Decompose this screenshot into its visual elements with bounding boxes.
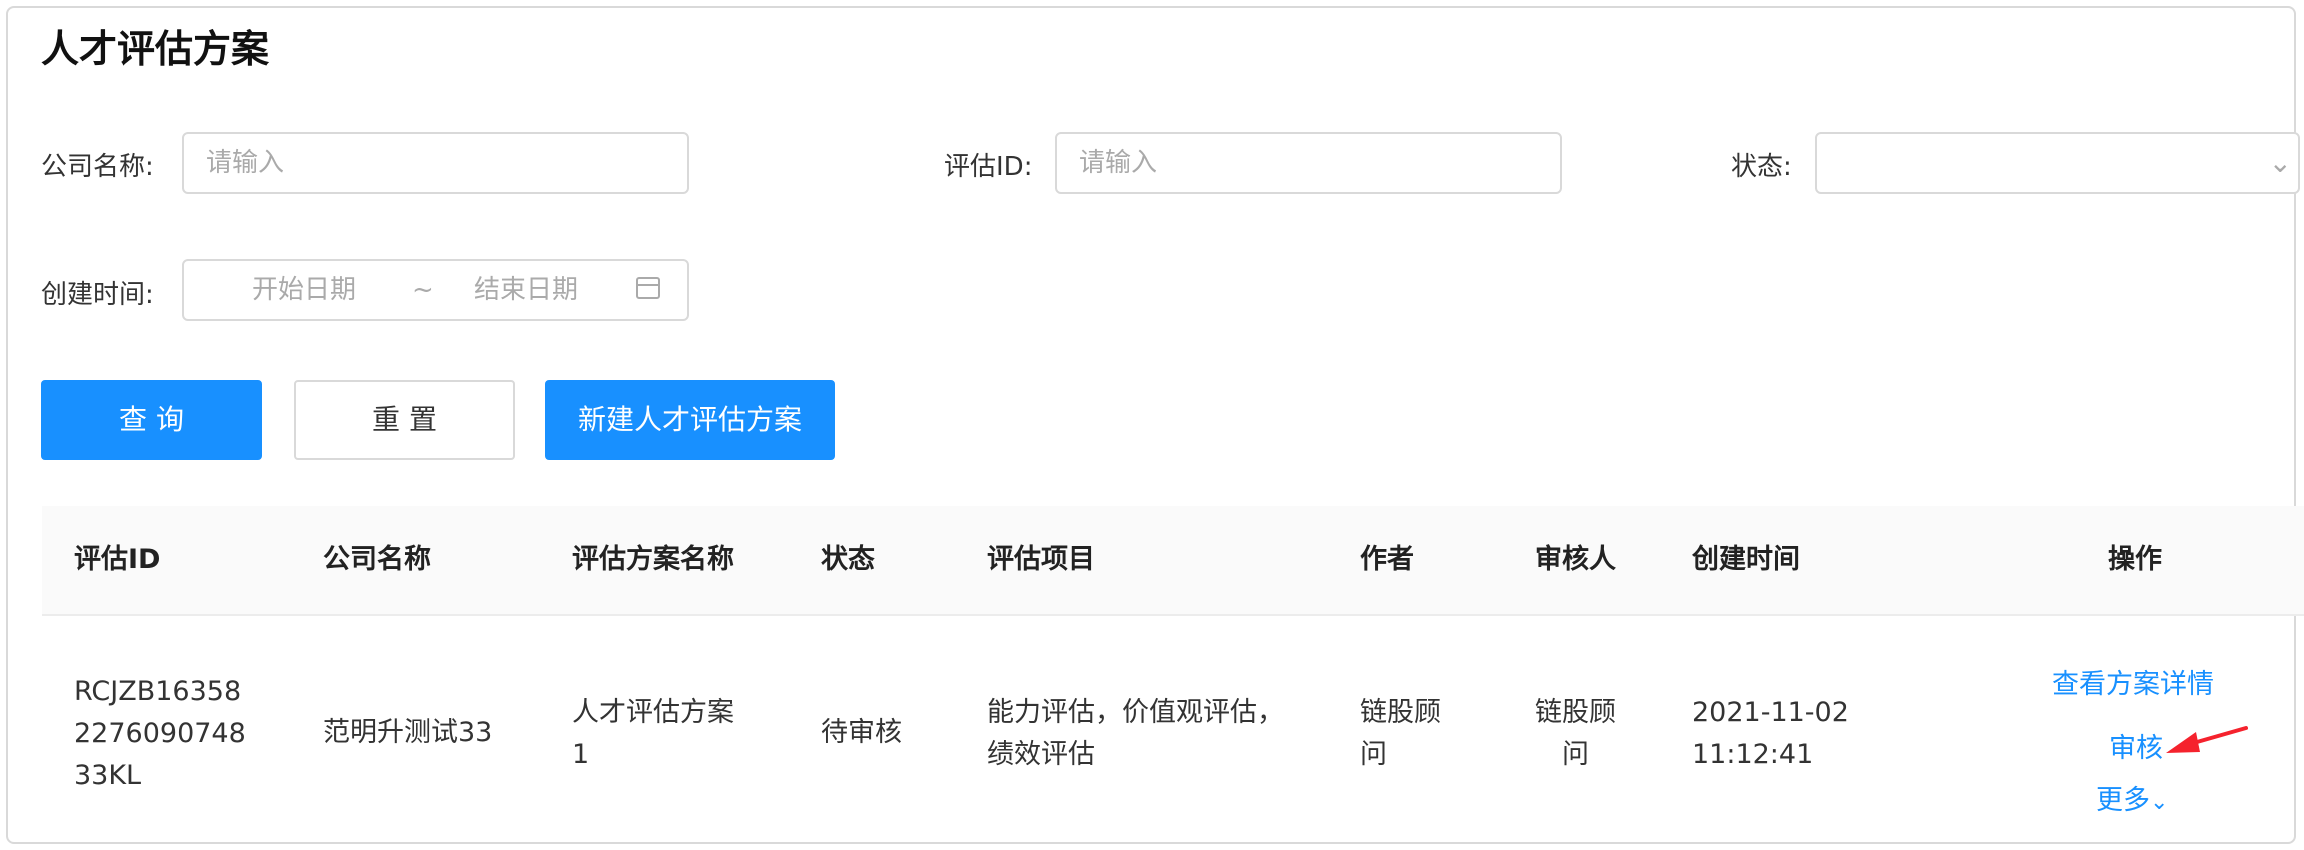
eval-items-line: 绩效评估 [987,739,1095,770]
more-label: 更多 [2096,785,2150,816]
th-author: 作者 [1360,544,1414,575]
author-line: 问 [1360,739,1387,770]
plan-name-line: 1 [572,739,590,770]
more-actions-dropdown[interactable]: 更多⌄ [2096,778,2168,817]
eval-id-placeholder: 请输入 [1079,148,1158,178]
th-company: 公司名称 [323,544,431,575]
reset-button[interactable]: 重 置 [294,380,515,460]
created-clock: 11:12:41 [1692,739,1814,770]
table-header: 评估ID 公司名称 评估方案名称 状态 评估项目 作者 审核人 创建时间 操作 [42,506,2304,616]
th-eval-id: 评估ID [74,544,161,575]
query-button[interactable]: 查 询 [41,380,262,460]
page-title: 人才评估方案 [41,27,270,71]
cell-reviewer: 链股顾 问 [1535,692,1616,776]
date-range-separator: ~ [412,275,434,305]
date-range-picker[interactable]: 开始日期 ~ 结束日期 [182,259,689,321]
cell-author: 链股顾 问 [1360,692,1441,776]
eval-id-line: RCJZB16358 [74,676,242,707]
reviewer-line: 问 [1562,739,1589,770]
review-link[interactable]: 审核 [2109,726,2163,765]
eval-id-line: 2276090748 [74,718,246,749]
eval-id-label: 评估ID: [944,152,1033,182]
eval-id-input[interactable]: 请输入 [1055,132,1562,194]
th-plan-name: 评估方案名称 [572,544,734,575]
cell-eval-items: 能力评估，价值观评估， 绩效评估 [987,692,1284,776]
th-reviewer: 审核人 [1535,544,1616,575]
chevron-down-icon: ⌄ [2150,790,2169,815]
th-eval-items: 评估项目 [987,544,1095,575]
created-time-label: 创建时间: [41,280,154,310]
calendar-icon [636,277,660,299]
view-plan-details-link[interactable]: 查看方案详情 [2052,662,2214,701]
author-line: 链股顾 [1360,697,1441,728]
annotation-arrow [2166,726,2248,753]
reviewer-line: 链股顾 [1535,697,1616,728]
company-placeholder: 请输入 [206,148,285,178]
status-label: 状态: [1731,152,1792,182]
cell-eval-id: RCJZB16358 2276090748 33KL [74,671,246,797]
cell-company: 范明升测试33 [323,717,493,748]
chevron-down-icon: ⌄ [2268,146,2292,179]
cell-created-time: 2021-11-02 11:12:41 [1692,692,1849,776]
end-date-placeholder: 结束日期 [474,275,579,305]
th-status: 状态 [821,544,875,575]
company-input[interactable]: 请输入 [182,132,689,194]
th-created-time: 创建时间 [1692,544,1800,575]
status-select[interactable]: ⌄ [1815,132,2300,194]
eval-id-line: 33KL [74,760,142,791]
th-actions: 操作 [2108,544,2162,575]
create-plan-button[interactable]: 新建人才评估方案 [545,380,835,460]
created-date: 2021-11-02 [1692,697,1849,728]
cell-plan-name: 人才评估方案 1 [572,692,734,776]
company-label: 公司名称: [41,152,154,182]
start-date-placeholder: 开始日期 [252,275,357,305]
cell-status: 待审核 [821,717,902,748]
eval-items-line: 能力评估，价值观评估， [987,697,1284,728]
plan-name-line: 人才评估方案 [572,697,734,728]
